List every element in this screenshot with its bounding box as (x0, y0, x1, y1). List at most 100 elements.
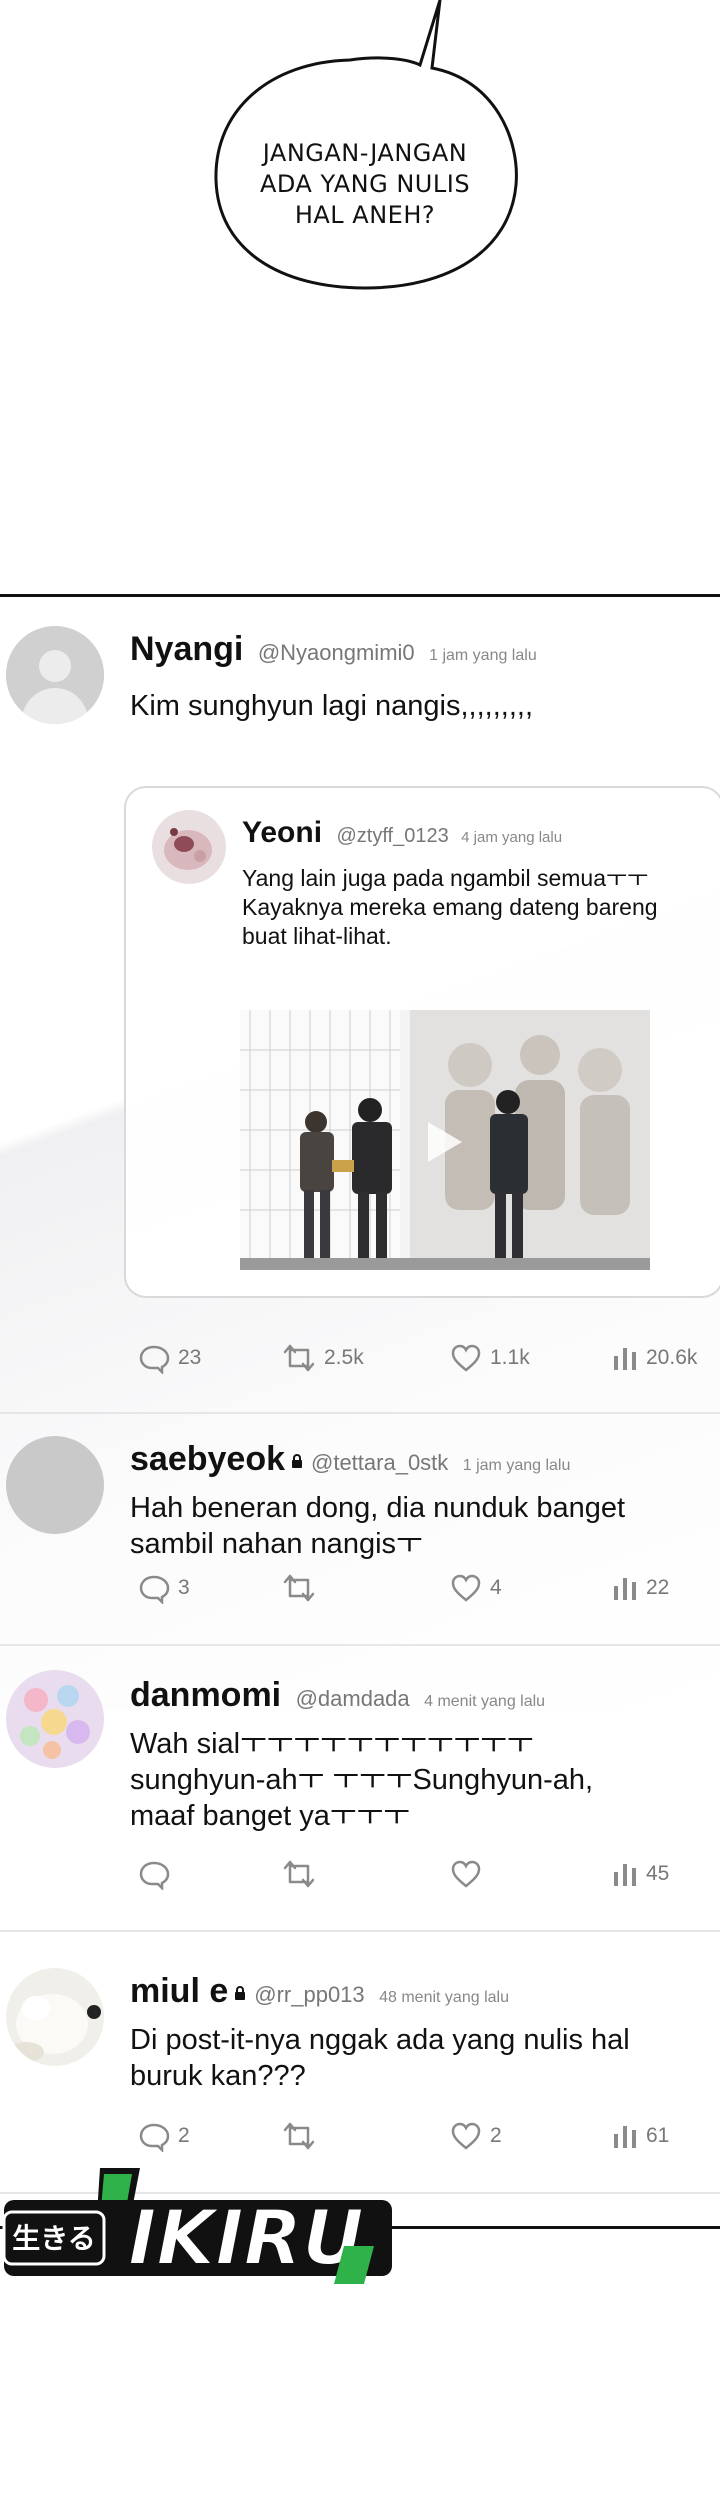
display-name[interactable]: Nyangi (130, 630, 243, 668)
quote-time: 4 jam yang lalu (461, 829, 563, 846)
post-header: miul e @rr_pp013 48 menit yang lalu (130, 1972, 509, 2011)
views-icon (614, 2126, 636, 2148)
main-post-actions: 23 2.5k 1.1k 20.6k (0, 1340, 720, 1376)
quote-text-line: Yang lain juga pada ngambil semuaㅜㅜ (242, 865, 649, 891)
post-text-line: sunghyun-ahㅜ ㅜㅜㅜSunghyun-ah, (130, 1764, 594, 1796)
repost-icon (283, 2122, 315, 2150)
speech-bubble: JANGAN-JANGAN ADA YANG NULIS HAL ANEH? (200, 0, 540, 300)
like-icon (451, 2122, 481, 2150)
bubble-line: JANGAN-JANGAN (262, 139, 468, 167)
avatar-image (6, 1670, 104, 1768)
repost-icon (283, 1344, 315, 1372)
repost-button[interactable] (282, 1570, 324, 1606)
reply-actions: 2 2 61 (0, 2118, 720, 2154)
reply-count: 2 (178, 2124, 190, 2147)
views-count: 61 (646, 2124, 670, 2147)
like-icon (451, 1344, 481, 1372)
reply-actions: 45 (0, 1856, 720, 1892)
like-count: 1.1k (490, 1346, 530, 1369)
post-text-line: maaf banget yaㅜㅜㅜ (130, 1800, 410, 1832)
quote-header: Yeoni @ztyff_0123 4 jam yang lalu (242, 816, 562, 850)
views-count: 45 (646, 1862, 670, 1885)
user-handle[interactable]: @tettara_0stk (311, 1450, 448, 1475)
avatar[interactable] (6, 1670, 104, 1768)
user-handle[interactable]: @damdada (296, 1686, 410, 1711)
post-header: Nyangi @Nyaongmimi0 1 jam yang lalu (130, 630, 537, 669)
post-divider (0, 1930, 720, 1932)
reply-button[interactable]: 2 (138, 2118, 190, 2154)
quote-text: Yang lain juga pada ngambil semuaㅜㅜ Kaya… (242, 864, 712, 951)
post-text-line: Di post-it-nya nggak ada yang nulis hal (130, 2024, 630, 2056)
views-count: 20.6k (646, 1346, 698, 1369)
post-text-line: buruk kan??? (130, 2060, 306, 2092)
views-icon (614, 1578, 636, 1600)
reply-button[interactable]: 23 (138, 1340, 201, 1376)
views-button[interactable]: 22 (612, 1570, 669, 1606)
post-time: 4 menit yang lalu (424, 1693, 546, 1710)
user-handle[interactable]: @rr_pp013 (254, 1982, 364, 2007)
post-time: 1 jam yang lalu (429, 647, 537, 664)
lock-icon (292, 1454, 302, 1468)
reply-actions: 3 4 22 (0, 1570, 720, 1606)
quote-video-thumbnail[interactable] (240, 1010, 650, 1270)
display-name[interactable]: danmomi (130, 1676, 281, 1714)
repost-button[interactable] (282, 2118, 324, 2154)
video-frame (240, 1010, 650, 1270)
quote-text-line: buat lihat-lihat. (242, 923, 392, 949)
feed-top-border (0, 594, 720, 597)
logo-word: IKIRU (128, 2193, 364, 2282)
watermark-logo: 生きる IKIRU (0, 2160, 400, 2290)
views-button[interactable]: 45 (612, 1856, 669, 1892)
like-icon (451, 1574, 481, 1602)
display-name[interactable]: miul e (130, 1972, 228, 2010)
reply-count: 3 (178, 1576, 190, 1599)
views-button[interactable]: 61 (612, 2118, 669, 2154)
quote-user-handle[interactable]: @ztyff_0123 (336, 825, 448, 847)
ikiru-logo: 生きる IKIRU (2, 2168, 392, 2284)
quote-avatar[interactable] (152, 810, 226, 884)
like-count: 4 (490, 1576, 502, 1599)
avatar[interactable] (6, 1968, 104, 2066)
quote-display-name[interactable]: Yeoni (242, 816, 322, 849)
reply-icon (139, 1861, 170, 1890)
post-header: saebyeok @tettara_0stk 1 jam yang lalu (130, 1440, 570, 1479)
like-button[interactable] (450, 1856, 490, 1892)
post-header: danmomi @damdada 4 menit yang lalu (130, 1676, 545, 1715)
views-count: 22 (646, 1576, 670, 1599)
post-text: Wah sialㅜㅜㅜㅜㅜㅜㅜㅜㅜㅜㅜ sunghyun-ahㅜ ㅜㅜㅜSung… (130, 1726, 690, 1834)
reply-button[interactable]: 3 (138, 1570, 190, 1606)
post-time: 48 menit yang lalu (379, 1989, 509, 2006)
post-text-line: sambil nahan nangisㅜ (130, 1528, 423, 1560)
logo-kanji: 生きる (12, 2222, 95, 2255)
views-button[interactable]: 20.6k (612, 1340, 697, 1376)
user-handle[interactable]: @Nyaongmimi0 (258, 640, 415, 665)
repost-icon (283, 1860, 315, 1888)
avatar-image (6, 1968, 104, 2066)
default-avatar-icon (6, 626, 104, 724)
avatar[interactable] (6, 1436, 104, 1534)
repost-button[interactable]: 2.5k (282, 1340, 364, 1376)
views-icon (614, 1348, 636, 1370)
bubble-line: ADA YANG NULIS (259, 170, 471, 198)
views-icon (614, 1864, 636, 1886)
post-divider (0, 1644, 720, 1646)
display-name[interactable]: saebyeok (130, 1440, 285, 1478)
post-text: Hah beneran dong, dia nunduk banget samb… (130, 1490, 690, 1562)
repost-button[interactable] (282, 1856, 324, 1892)
post-time: 1 jam yang lalu (462, 1457, 571, 1474)
post-divider (0, 1412, 720, 1414)
like-count: 2 (490, 2124, 502, 2147)
lock-icon (235, 1986, 246, 2000)
reply-icon (139, 2123, 170, 2152)
like-button[interactable]: 1.1k (450, 1340, 530, 1376)
post-text: Kim sunghyun lagi nangis,,,,,,,,, (130, 690, 533, 722)
avatar[interactable] (6, 626, 104, 724)
quote-text-line: Kayaknya mereka emang dateng bareng (242, 894, 658, 920)
quoted-post[interactable]: Yeoni @ztyff_0123 4 jam yang lalu Yang l… (124, 786, 720, 1298)
repost-icon (283, 1574, 315, 1602)
speech-bubble-text: JANGAN-JANGAN ADA YANG NULIS HAL ANEH? (240, 138, 490, 231)
like-button[interactable]: 4 (450, 1570, 502, 1606)
reply-button[interactable] (138, 1856, 178, 1892)
reply-icon (139, 1575, 170, 1604)
like-button[interactable]: 2 (450, 2118, 502, 2154)
